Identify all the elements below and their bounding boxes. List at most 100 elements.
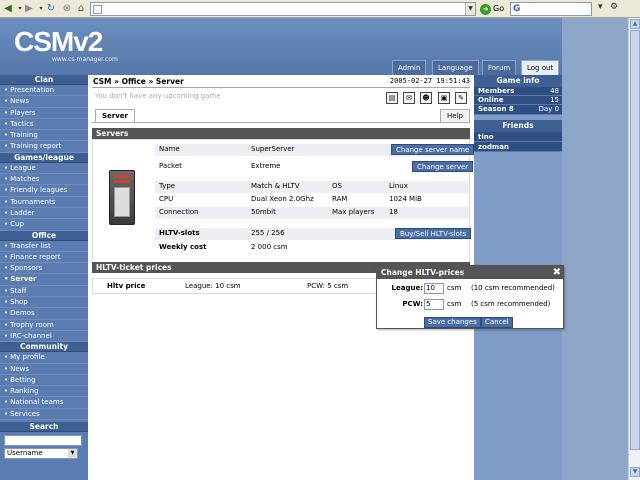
sidebar-item-label: Cup <box>10 220 24 229</box>
change-server-button[interactable]: Change server <box>412 161 474 172</box>
nav-heading-community: Community <box>0 342 88 353</box>
nav-forum[interactable]: Forum <box>482 60 517 75</box>
sidebar-item-news[interactable]: • News <box>0 96 88 108</box>
sidebar-item-server[interactable]: • Server <box>0 274 88 286</box>
pcw-price-input[interactable]: 5 <box>424 299 444 310</box>
current-datetime: 2005-02-27 19:51:43 <box>389 77 470 85</box>
sidebar-item-cup[interactable]: • Cup <box>0 219 88 231</box>
sidebar-item-shop[interactable]: • Shop <box>0 297 88 309</box>
address-dropdown-icon[interactable]: ▼ <box>465 3 475 15</box>
sidebar-item-demos[interactable]: • Demos <box>0 308 88 320</box>
sidebar-item-label: Finance report <box>10 252 61 261</box>
sidebar-item-friendly-leagues[interactable]: • Friendly leagues <box>0 185 88 197</box>
sidebar-item-label: Training report <box>10 142 62 151</box>
sidebar-item-national-teams[interactable]: • National teams <box>0 397 88 409</box>
bullet-icon: • <box>4 398 9 407</box>
sidebar-item-label: Sponsors <box>10 264 43 273</box>
mail-icon[interactable]: ✉ <box>403 92 415 104</box>
close-icon[interactable]: ✖ <box>553 266 561 279</box>
sidebar-item-label: Tactics <box>10 119 34 128</box>
friend-item[interactable]: tino <box>474 131 562 142</box>
scroll-thumb[interactable] <box>630 30 640 450</box>
sidebar-item-label: National teams <box>10 398 64 407</box>
sidebar-item-tactics[interactable]: • Tactics <box>0 119 88 131</box>
page-scrollbar[interactable]: ▲ ▼ <box>628 18 640 480</box>
bullet-icon: • <box>4 186 9 195</box>
sidebar-item-news[interactable]: • News <box>0 364 88 375</box>
scroll-down-icon[interactable]: ▼ <box>630 467 640 477</box>
sidebar-item-label: Transfer list <box>10 241 51 250</box>
message-icon[interactable]: ▣ <box>438 92 450 104</box>
search-input[interactable] <box>4 435 82 447</box>
go-button[interactable]: ➜ Go <box>480 2 506 16</box>
nav-language[interactable]: Language <box>432 60 479 75</box>
sidebar-item-label: IRC-channel <box>10 331 52 340</box>
sidebar-item-tournaments[interactable]: • Tournaments <box>0 197 88 208</box>
bullet-icon: • <box>4 364 9 373</box>
save-changes-button[interactable]: Save changes <box>424 317 481 328</box>
sidebar-item-training-report[interactable]: • Training report <box>0 141 88 153</box>
tools-icon[interactable]: ⚙ <box>610 2 618 12</box>
search-type-select[interactable]: Username ▼ <box>4 448 78 460</box>
sidebar-item-staff[interactable]: • Staff <box>0 286 88 298</box>
nav-admin[interactable]: Admin <box>392 60 427 75</box>
bullet-icon: • <box>4 252 9 261</box>
type-row: Type Match & HLTV OS Linux <box>155 181 469 193</box>
friend-item[interactable]: zodman <box>474 141 562 152</box>
nav-logout[interactable]: Log out <box>521 60 560 75</box>
bullet-icon: • <box>4 108 9 117</box>
sidebar-item-finance-report[interactable]: • Finance report <box>0 252 88 264</box>
bullet-icon: • <box>4 409 9 418</box>
stat-season: Season 8 Day 0 <box>474 105 562 115</box>
cancel-button[interactable]: Cancel <box>481 317 513 328</box>
sidebar-item-transfer-list[interactable]: • Transfer list <box>0 241 88 252</box>
sidebar-item-league[interactable]: • League <box>0 163 88 175</box>
site-logo[interactable]: CSMv2 <box>14 26 103 58</box>
address-bar[interactable]: ▼ <box>90 2 476 16</box>
sidebar-item-players[interactable]: • Players <box>0 108 88 119</box>
bullet-icon: • <box>4 320 9 329</box>
book-icon[interactable]: ▤ <box>386 92 398 104</box>
sidebar-item-label: News <box>10 97 30 106</box>
friends-heading: Friends <box>474 119 562 132</box>
bullet-icon: • <box>4 86 9 94</box>
sidebar-item-services[interactable]: • Services <box>0 409 88 421</box>
tab-server[interactable]: Server <box>95 109 136 122</box>
bullet-icon: • <box>4 264 9 273</box>
name-row: Name SuperServer Change server name <box>155 144 475 156</box>
tab-help[interactable]: Help <box>440 109 470 122</box>
sidebar-item-betting[interactable]: • Betting <box>0 375 88 387</box>
bullet-icon: • <box>4 375 9 384</box>
sidebar-item-my-profile[interactable]: • My profile <box>0 352 88 364</box>
sidebar-item-label: My profile <box>10 353 45 362</box>
sidebar-item-matches[interactable]: • Matches <box>0 174 88 186</box>
pcw-price: PCW: 5 csm <box>307 282 349 290</box>
nav-heading-search: Search <box>0 422 88 433</box>
sidebar-item-ranking[interactable]: • Ranking <box>0 386 88 398</box>
edit-icon[interactable]: ✎ <box>455 92 467 104</box>
nav-heading-office: Office <box>0 230 88 241</box>
page-icon <box>93 5 102 14</box>
sidebar-item-presentation[interactable]: • Presentation <box>0 85 88 97</box>
sidebar-item-ladder[interactable]: • Ladder <box>0 208 88 220</box>
scroll-up-icon[interactable]: ▲ <box>630 19 640 29</box>
chevron-down-icon: ▼ <box>68 449 77 459</box>
left-navigation: Clan • Presentation • News • Players • Tactics • T… <box>0 75 88 480</box>
change-server-name-button[interactable]: Change server name <box>391 144 475 155</box>
sidebar-item-sponsors[interactable]: • Sponsors <box>0 263 88 275</box>
bullet-icon: • <box>4 97 9 106</box>
league-price-input[interactable]: 10 <box>424 283 444 294</box>
browser-search-input[interactable]: G <box>510 2 592 16</box>
sidebar-item-label: Friendly leagues <box>10 186 68 195</box>
users-icon[interactable]: ☻ <box>420 92 432 104</box>
home-icon[interactable]: ⌂ <box>74 2 88 16</box>
bullet-icon: • <box>4 298 9 307</box>
bullet-icon: • <box>4 309 9 318</box>
stop-icon[interactable]: ⊗ <box>60 2 74 16</box>
sidebar-item-irc-channel[interactable]: • IRC-channel <box>0 331 88 343</box>
sidebar-item-training[interactable]: • Training <box>0 130 88 142</box>
sidebar-item-trophy-room[interactable]: • Trophy room <box>0 320 88 331</box>
search-dropdown-icon[interactable]: ▾ <box>598 2 603 12</box>
buy-sell-hltv-button[interactable]: Buy/Sell HLTV-slots <box>395 228 472 239</box>
reload-icon[interactable]: ↻ <box>44 2 58 16</box>
